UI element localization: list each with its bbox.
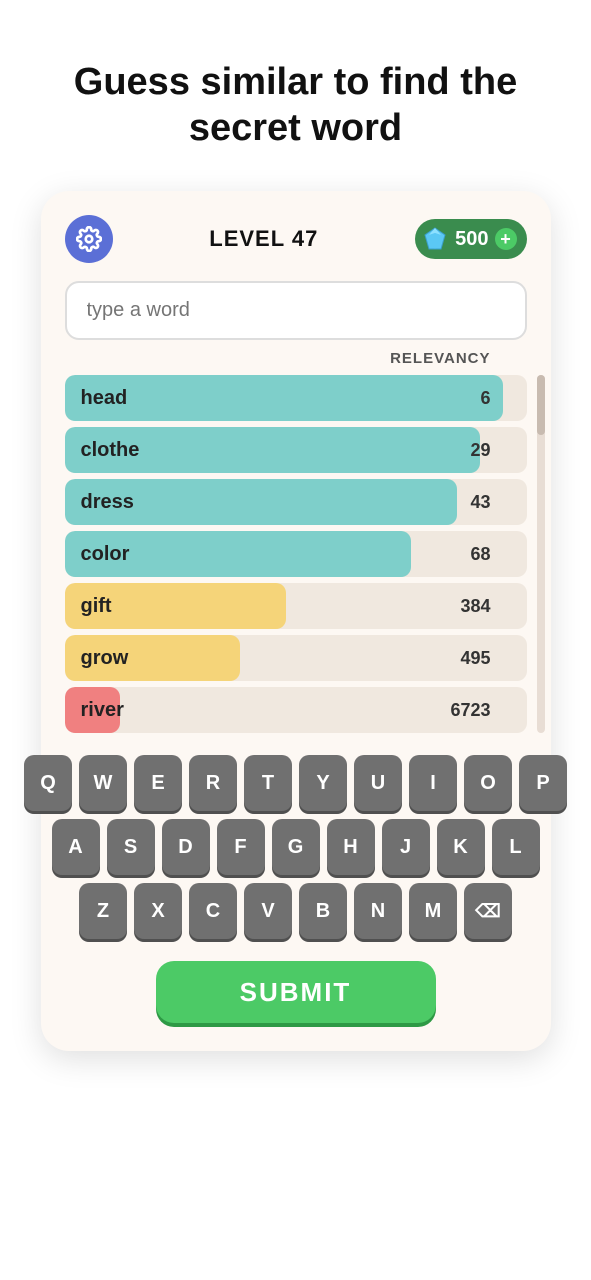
key-u[interactable]: U [354, 755, 402, 811]
word-input[interactable] [65, 281, 527, 340]
key-m[interactable]: M [409, 883, 457, 939]
key-j[interactable]: J [382, 819, 430, 875]
word-text: clothe [65, 439, 471, 462]
words-list: head6 clothe29 dress43 color68 gift384 grow49… [65, 375, 527, 733]
game-card: LEVEL 47 500 + RELEVANCY head6 clothe29 dr… [41, 191, 551, 1051]
settings-button[interactable] [65, 215, 113, 263]
add-gems-button[interactable]: + [495, 228, 517, 250]
word-score: 495 [460, 648, 526, 669]
word-score: 6723 [450, 700, 526, 721]
backspace-key[interactable]: ⌫ [464, 883, 512, 939]
keyboard: QWERTYUIOPASDFGHJKLZXCVBNM⌫ [65, 755, 527, 939]
gem-icon [421, 225, 449, 253]
key-a[interactable]: A [52, 819, 100, 875]
word-row: color68 [65, 531, 527, 577]
key-g[interactable]: G [272, 819, 320, 875]
keyboard-row: QWERTYUIOP [24, 755, 567, 811]
key-n[interactable]: N [354, 883, 402, 939]
key-q[interactable]: Q [24, 755, 72, 811]
word-row: dress43 [65, 479, 527, 525]
key-e[interactable]: E [134, 755, 182, 811]
gear-icon [76, 226, 102, 252]
key-h[interactable]: H [327, 819, 375, 875]
word-score: 68 [470, 544, 526, 565]
word-text: color [65, 543, 471, 566]
key-c[interactable]: C [189, 883, 237, 939]
word-row: grow495 [65, 635, 527, 681]
key-y[interactable]: Y [299, 755, 347, 811]
key-i[interactable]: I [409, 755, 457, 811]
key-t[interactable]: T [244, 755, 292, 811]
key-r[interactable]: R [189, 755, 237, 811]
word-text: river [65, 699, 451, 722]
keyboard-row: ASDFGHJKL [52, 819, 540, 875]
key-x[interactable]: X [134, 883, 182, 939]
word-row: head6 [65, 375, 527, 421]
page-headline: Guess similar to find the secret word [0, 60, 591, 151]
key-z[interactable]: Z [79, 883, 127, 939]
key-f[interactable]: F [217, 819, 265, 875]
scrollbar-track[interactable] [537, 375, 545, 733]
word-row: clothe29 [65, 427, 527, 473]
submit-button[interactable]: SUBMIT [156, 961, 436, 1023]
gems-count: 500 [455, 228, 488, 251]
word-score: 29 [470, 440, 526, 461]
keyboard-row: ZXCVBNM⌫ [79, 883, 512, 939]
card-header: LEVEL 47 500 + [65, 215, 527, 263]
word-text: dress [65, 491, 471, 514]
word-text: head [65, 387, 481, 410]
relevancy-header: RELEVANCY [65, 350, 527, 367]
gems-badge: 500 + [415, 219, 526, 259]
key-d[interactable]: D [162, 819, 210, 875]
key-b[interactable]: B [299, 883, 347, 939]
word-score: 6 [480, 388, 526, 409]
key-s[interactable]: S [107, 819, 155, 875]
scrollbar-thumb[interactable] [537, 375, 545, 435]
key-v[interactable]: V [244, 883, 292, 939]
word-row: river6723 [65, 687, 527, 733]
word-score: 43 [470, 492, 526, 513]
key-w[interactable]: W [79, 755, 127, 811]
key-o[interactable]: O [464, 755, 512, 811]
level-label: LEVEL 47 [209, 226, 318, 252]
word-text: grow [65, 647, 461, 670]
key-k[interactable]: K [437, 819, 485, 875]
word-score: 384 [460, 596, 526, 617]
word-text: gift [65, 595, 461, 618]
word-row: gift384 [65, 583, 527, 629]
key-l[interactable]: L [492, 819, 540, 875]
key-p[interactable]: P [519, 755, 567, 811]
